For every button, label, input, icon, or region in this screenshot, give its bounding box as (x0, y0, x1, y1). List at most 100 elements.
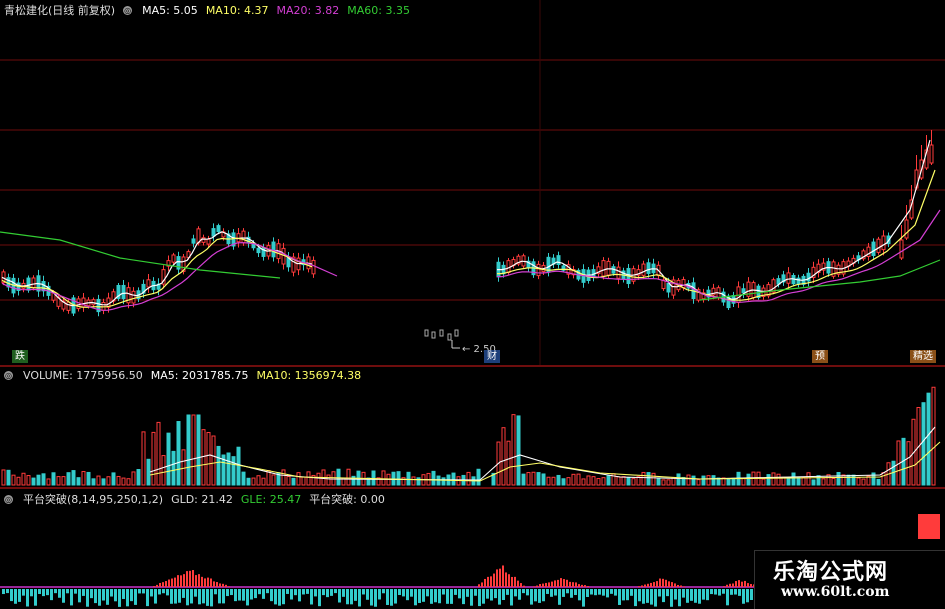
candle (646, 262, 651, 274)
settings-circle-icon[interactable]: ◎ (4, 371, 13, 380)
ma10-label: MA10: 4.37 (205, 3, 269, 17)
indicator-header: ◎ 平台突破(8,14,95,250,1,2) GLD: 21.42 GLE: … (4, 491, 385, 507)
volume-bar (261, 477, 266, 486)
candle (241, 230, 246, 244)
marker-cai[interactable]: 财 (484, 350, 500, 363)
indicator-up-bar (502, 565, 504, 587)
indicator-down-bar (462, 589, 465, 605)
volume-bar (101, 478, 106, 486)
volume-bar (541, 473, 546, 486)
indicator-up-bar (732, 583, 734, 587)
indicator-up-bar (750, 583, 752, 587)
marker-yu[interactable]: 预 (812, 350, 828, 363)
volume-bar (271, 474, 276, 486)
indicator-up-bar (228, 586, 230, 587)
volume-bars (1, 386, 936, 486)
indicator-down-bar (666, 589, 669, 597)
indicator-down-bar (574, 589, 577, 596)
indicator-down-bar (506, 589, 509, 595)
indicator-up-bar (496, 569, 498, 587)
volume-bar (111, 472, 116, 486)
indicator-up-bar (487, 576, 489, 587)
gld-label: GLD: 21.42 (171, 492, 233, 506)
volume-bar (676, 473, 681, 486)
indicator-up-bar (520, 583, 522, 587)
volume-bar (71, 470, 76, 486)
indicator-down-bar (590, 589, 593, 595)
indicator-down-bar (286, 589, 289, 594)
indicator-down-bar (578, 589, 581, 601)
indicator-up-bar (171, 578, 173, 587)
volume-bar (216, 445, 221, 486)
indicator-up-bar (587, 586, 589, 587)
candle (876, 238, 881, 253)
indicator-down-bar (294, 589, 297, 596)
volume-bar (346, 468, 351, 486)
indicator-up-bar (499, 568, 501, 587)
indicator-up-bar (508, 574, 510, 587)
settings-circle-icon[interactable]: ◎ (123, 5, 133, 15)
indicator-down-bar (630, 589, 633, 596)
volume-bar (581, 478, 586, 486)
volume-bar (666, 479, 671, 486)
volume-bar (726, 478, 731, 486)
indicator-down-bar (298, 589, 301, 602)
indicator-down-bar (538, 589, 541, 603)
indicator-down-bar (562, 589, 565, 597)
indicator-down-bar (490, 589, 493, 601)
indicator-down-bar (594, 589, 597, 596)
indicator-up-bar (539, 584, 541, 587)
price-chart-pane[interactable]: ← 2.50 青松建化(日线 前复权) ◎ MA5: 5.05 MA10: 4.… (0, 0, 945, 365)
volume-ma5-label: MA5: 2031785.75 (150, 369, 249, 382)
indicator-down-bar (210, 589, 213, 607)
indicator-up-bar (572, 582, 574, 587)
indicator-down-bar (282, 589, 285, 605)
volume-bar (526, 472, 531, 486)
indicator-up-bar (569, 581, 571, 587)
candle (506, 260, 511, 274)
indicator-up-bar (177, 575, 179, 587)
volume-bar (396, 471, 401, 486)
indicator-up-bar (201, 576, 203, 587)
settings-circle-icon[interactable]: ◎ (4, 494, 13, 504)
indicator-down-bar (338, 589, 341, 603)
indicator-up-bar (741, 581, 743, 587)
marker-die[interactable]: 跌 (12, 350, 28, 363)
candle (146, 279, 151, 288)
candle (66, 301, 71, 311)
indicator-down-bar (530, 589, 533, 605)
indicator-down-bar (274, 589, 277, 605)
volume-bar (651, 472, 656, 486)
indicator-up-bar (484, 578, 486, 587)
volume-bar (51, 472, 56, 486)
indicator-down-bar (374, 589, 377, 607)
indicator-down-bar (250, 589, 253, 600)
indicator-up-bar (210, 578, 212, 587)
indicator-down-bar (718, 589, 721, 596)
indicator-down-bar (722, 589, 725, 594)
indicator-down-bar (178, 589, 181, 603)
indicator-up-bar (560, 578, 562, 587)
volume-bar (846, 474, 851, 486)
indicator-up-bar (505, 572, 507, 587)
indicator-down-bar (482, 589, 485, 604)
volume-bar (241, 471, 246, 486)
candle (904, 219, 909, 239)
volume-bar (646, 472, 651, 486)
indicator-down-bar (542, 589, 545, 602)
volume-bar (146, 458, 151, 486)
price-chart-canvas[interactable]: ← 2.50 (0, 0, 945, 365)
indicator-down-bar (194, 589, 197, 597)
volume-chart-canvas[interactable] (0, 367, 945, 487)
marker-jingxuan[interactable]: 精选 (910, 350, 936, 363)
candle (256, 247, 261, 254)
volume-bar (26, 475, 31, 486)
price-candles (1, 130, 934, 341)
volume-chart-pane[interactable]: ◎ VOLUME: 1775956.50 MA5: 2031785.75 MA1… (0, 367, 945, 487)
volume-bar (591, 476, 596, 486)
volume-bar (306, 471, 311, 486)
indicator-up-bar (659, 578, 661, 587)
candle (881, 235, 886, 251)
indicator-down-bar (346, 589, 349, 605)
indicator-down-bar (50, 589, 53, 601)
